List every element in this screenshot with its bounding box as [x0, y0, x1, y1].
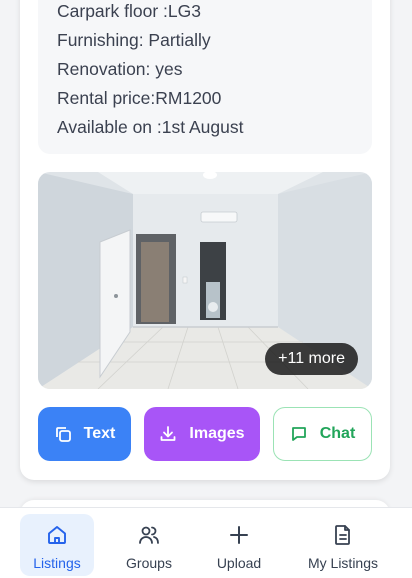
document-icon: [332, 524, 354, 549]
nav-label-groups: Groups: [126, 555, 172, 571]
detail-rental-price: Rental price:RM1200: [57, 88, 222, 108]
nav-label-my-listings: My Listings: [307, 555, 379, 571]
nav-item-my-listings[interactable]: My Listings: [298, 514, 388, 576]
download-icon: [159, 425, 177, 443]
download-images-button[interactable]: Images: [144, 407, 260, 461]
chat-label: Chat: [319, 425, 356, 442]
listing-actions: Text Images Chat: [38, 407, 372, 461]
nav-item-listings[interactable]: Listings: [20, 514, 94, 576]
download-images-label: Images: [189, 425, 245, 442]
copy-text-button[interactable]: Text: [38, 407, 131, 461]
nav-item-groups[interactable]: Groups: [112, 514, 186, 576]
listing-photo[interactable]: +11 more: [38, 172, 372, 389]
copy-icon: [54, 425, 72, 443]
detail-carpark-floor: Carpark floor :LG3: [57, 1, 201, 21]
detail-available-on: Available on :1st August: [57, 117, 244, 137]
home-icon: [46, 524, 68, 549]
chat-icon: [290, 425, 308, 443]
detail-renovation: Renovation: yes: [57, 59, 183, 79]
nav-label-upload: Upload: [216, 555, 262, 571]
nav-label-listings: Listings: [33, 555, 81, 571]
more-photos-badge[interactable]: +11 more: [265, 343, 358, 375]
copy-text-label: Text: [83, 425, 116, 442]
detail-furnishing: Furnishing: Partially: [57, 30, 211, 50]
plus-icon: [228, 524, 250, 549]
listing-details-box: Carpark floor :LG3 Furnishing: Partially…: [38, 0, 372, 154]
nav-item-upload[interactable]: Upload: [202, 514, 276, 576]
users-icon: [138, 524, 160, 549]
bottom-navigation: Listings Groups Upload My Listings: [0, 507, 412, 578]
chat-button[interactable]: Chat: [273, 407, 372, 461]
